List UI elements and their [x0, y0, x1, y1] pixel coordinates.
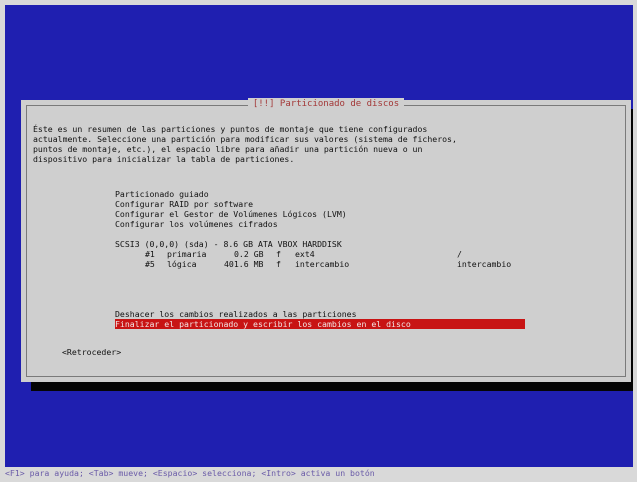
partition-type: primaria	[167, 249, 207, 259]
dialog-title-bar: [!!] Particionado de discos	[21, 98, 631, 111]
disk-entry[interactable]: SCSI3 (0,0,0) (sda) - 8.6 GB ATA VBOX HA…	[115, 239, 342, 249]
menu-item-encrypted-volumes[interactable]: Configurar los volúmenes cifrados	[115, 219, 278, 229]
dialog-title: [!!] Particionado de discos	[247, 98, 405, 110]
partition-type: lógica	[167, 259, 197, 269]
menu-item-guided-partitioning[interactable]: Particionado guiado	[115, 189, 209, 199]
menu-item-lvm[interactable]: Configurar el Gestor de Volúmenes Lógico…	[115, 209, 347, 219]
partition-size: 0.2 GB	[234, 249, 264, 259]
installer-screen: [!!] Particionado de discos Éste es un r…	[5, 5, 633, 477]
partition-format: ext4	[295, 249, 315, 259]
partition-flag: f	[276, 249, 281, 259]
menu-item-finish-partitioning[interactable]: Finalizar el particionado y escribir los…	[115, 319, 525, 329]
partition-mount: intercambio	[457, 259, 512, 269]
partition-number: #5	[145, 259, 155, 269]
help-footer: <F1> para ayuda; <Tab> mueve; <Espacio> …	[0, 467, 637, 482]
back-button[interactable]: <Retroceder>	[62, 347, 121, 357]
partition-number: #1	[145, 249, 155, 259]
dialog-description: Éste es un resumen de las particiones y …	[33, 124, 457, 164]
menu-item-software-raid[interactable]: Configurar RAID por software	[115, 199, 253, 209]
partition-mount: /	[457, 249, 462, 259]
partition-dialog: [!!] Particionado de discos Éste es un r…	[21, 98, 631, 382]
partition-format: intercambio	[295, 259, 350, 269]
partition-flag: f	[276, 259, 281, 269]
menu-item-undo-changes[interactable]: Deshacer los cambios realizados a las pa…	[115, 309, 357, 319]
partition-size: 401.6 MB	[224, 259, 264, 269]
